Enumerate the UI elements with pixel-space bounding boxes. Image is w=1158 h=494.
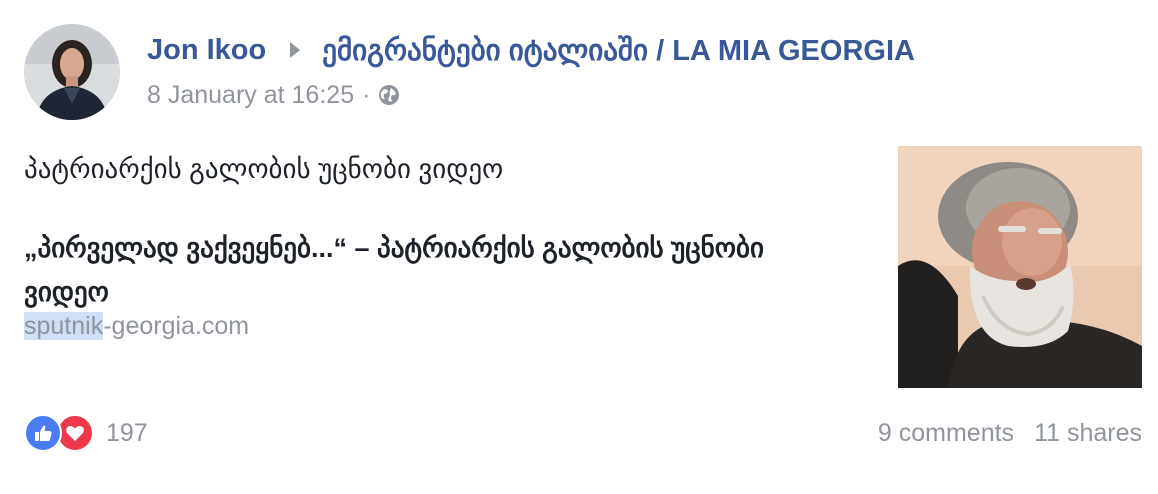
post-stats: 9 comments 11 shares — [878, 414, 1142, 452]
shares-count-link[interactable]: 11 shares — [1034, 419, 1142, 448]
meta-separator: · — [362, 80, 371, 109]
link-domain-highlight: sputnik — [24, 312, 104, 340]
link-preview-title[interactable]: „პირველად ვაქვეყნებ...“ – პატრიარქის გალ… — [24, 226, 844, 314]
link-domain-rest: -georgia.com — [103, 312, 250, 340]
group-name-link[interactable]: ემიგრანტები იტალიაში / LA MIA GEORGIA — [322, 33, 915, 68]
post-timestamp-link[interactable]: 8 January at 16:25 — [147, 81, 354, 110]
triangle-right-icon — [290, 42, 301, 58]
reactions-summary[interactable]: 197 — [24, 412, 148, 454]
post-header-title: Jon Ikoo ემიგრანტები იტალიაში / LA MIA G… — [147, 30, 915, 70]
globe-icon[interactable] — [378, 84, 400, 106]
author-name-link[interactable]: Jon Ikoo — [147, 34, 266, 67]
link-preview-thumbnail[interactable] — [898, 146, 1142, 388]
author-avatar[interactable] — [24, 24, 120, 120]
reaction-count: 197 — [106, 418, 148, 447]
thumbnail-image — [898, 146, 1142, 388]
comments-count-link[interactable]: 9 comments — [878, 419, 1014, 448]
like-icon — [24, 414, 62, 452]
link-preview-domain[interactable]: sputnik-georgia.com — [24, 312, 249, 341]
post-text: პატრიარქის გალობის უცნობი ვიდეო — [24, 154, 504, 184]
post-meta: 8 January at 16:25 · — [147, 78, 400, 112]
avatar-image — [24, 24, 120, 120]
